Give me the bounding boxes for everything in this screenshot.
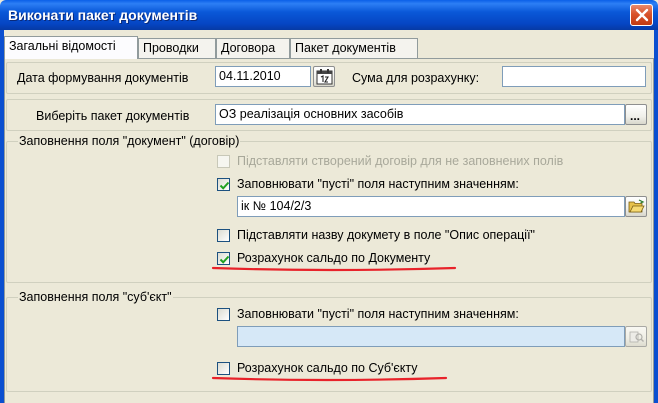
sum-input[interactable] xyxy=(502,66,646,87)
search-icon xyxy=(629,331,644,343)
fill-empty-document-label: Заповнювати "пусті" поля наступним значе… xyxy=(237,177,519,191)
fill-empty-subject-label: Заповнювати "пусті" поля наступним значе… xyxy=(237,307,519,321)
package-label: Виберіть пакет документів xyxy=(36,109,190,123)
fill-empty-document-checkbox[interactable] xyxy=(217,178,230,191)
package-input[interactable]: ОЗ реалізація основних засобів xyxy=(215,104,625,125)
close-button[interactable] xyxy=(630,4,653,26)
substitute-contract-label: Підставляти створений договір для не зап… xyxy=(237,154,564,168)
substitute-name-label: Підставляти назву докумету в поле "Опис … xyxy=(237,228,535,242)
document-group-title: Заповнення поля "документ" (договір) xyxy=(18,134,241,148)
package-browse-button[interactable]: ... xyxy=(625,104,647,125)
tab-label: Проводки xyxy=(143,41,199,55)
subject-balance-annotation-underline xyxy=(211,376,448,382)
folder-open-icon xyxy=(628,199,645,213)
sum-label: Сума для розрахунку: xyxy=(352,71,480,85)
calendar-button[interactable] xyxy=(313,66,335,87)
tab-postings[interactable]: Проводки xyxy=(138,38,216,58)
fill-empty-subject-checkbox[interactable] xyxy=(217,308,230,321)
substitute-contract-checkbox[interactable] xyxy=(217,155,230,168)
subject-search-button[interactable] xyxy=(625,326,647,347)
substitute-name-checkbox[interactable] xyxy=(217,229,230,242)
window-title: Виконати пакет документів xyxy=(8,7,198,23)
title-bar: Виконати пакет документів xyxy=(0,0,658,30)
document-open-button[interactable] xyxy=(625,196,647,217)
check-icon xyxy=(219,181,230,190)
date-label: Дата формування документів xyxy=(17,71,189,85)
tab-document-package[interactable]: Пакет документів xyxy=(290,38,418,58)
tab-label: Пакет документів xyxy=(295,41,396,55)
date-input[interactable]: 04.11.2010 xyxy=(215,66,311,87)
tab-label: Загальні відомості xyxy=(9,39,116,53)
calendar-icon xyxy=(316,69,333,85)
window-frame-right xyxy=(654,30,658,403)
subject-group-title: Заповнення поля "суб'єкт" xyxy=(18,290,173,304)
ellipsis-icon: ... xyxy=(630,109,641,123)
close-icon xyxy=(635,8,649,22)
tab-label: Договора xyxy=(221,41,276,55)
document-balance-annotation-underline xyxy=(211,266,457,272)
tab-general[interactable]: Загальні відомості xyxy=(4,36,138,59)
tab-contracts[interactable]: Договора xyxy=(216,38,290,58)
document-fill-value-input[interactable]: ік № 104/2/3 xyxy=(237,196,625,217)
subject-fill-value-input[interactable] xyxy=(237,326,625,347)
